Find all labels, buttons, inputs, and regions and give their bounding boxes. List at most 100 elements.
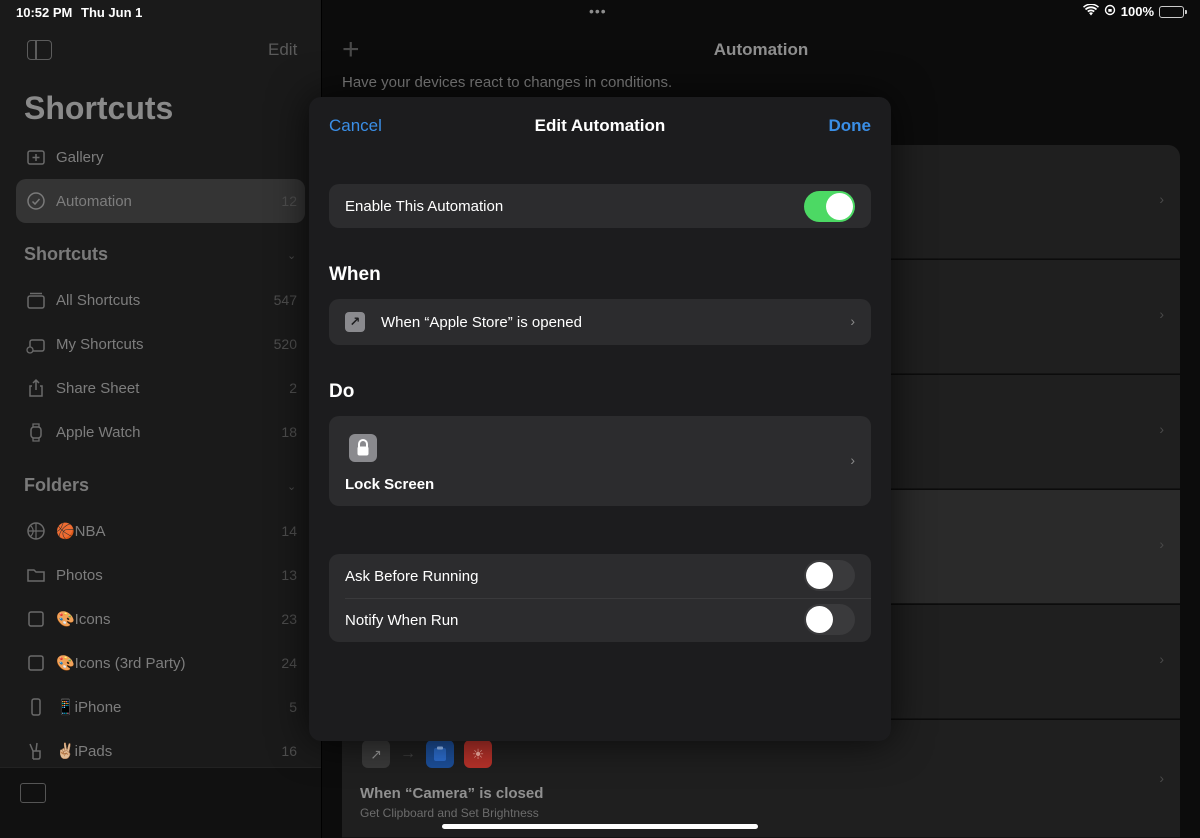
- notify-when-run-label: Notify When Run: [345, 612, 459, 629]
- sidebar-item-count: 13: [281, 567, 297, 583]
- sidebar-item-count: 520: [273, 336, 297, 352]
- open-arrow-icon: ↗: [345, 312, 365, 332]
- watch-icon: [25, 421, 47, 443]
- chevron-right-icon: ›: [850, 452, 855, 468]
- arrow-right-icon: →: [400, 745, 416, 762]
- sidebar-item-count: 16: [281, 743, 297, 759]
- square-icon: [25, 608, 47, 630]
- share-icon: [25, 377, 47, 399]
- done-button[interactable]: Done: [829, 116, 872, 136]
- sidebar-item-label: Share Sheet: [56, 379, 140, 397]
- chevron-right-icon: ›: [1159, 306, 1164, 322]
- sidebar-item-count: 18: [281, 424, 297, 440]
- person-stack-icon: [25, 333, 47, 355]
- enable-automation-row: Enable This Automation: [329, 184, 871, 228]
- peace-icon: [25, 740, 47, 762]
- chevron-right-icon: ›: [1159, 191, 1164, 207]
- clipboard-icon: [426, 740, 454, 768]
- chevron-right-icon: ›: [850, 313, 855, 329]
- sidebar-item-label: 🏀NBA: [56, 523, 106, 540]
- sidebar-item-label: Automation: [56, 192, 132, 210]
- multitask-dots[interactable]: •••: [589, 3, 607, 19]
- sidebar-item-folder[interactable]: 📱iPhone 5: [16, 685, 305, 729]
- sidebar-item-count: 14: [281, 523, 297, 539]
- sidebar-item-my-shortcuts[interactable]: My Shortcuts 520: [16, 322, 305, 366]
- sidebar-item-count: 23: [281, 611, 297, 627]
- sidebar-item-label: All Shortcuts: [56, 291, 141, 309]
- sidebar-item-automation[interactable]: Automation 12: [16, 179, 305, 223]
- when-trigger-label: When “Apple Store” is opened: [381, 314, 582, 331]
- sidebar-item-count: 547: [273, 292, 297, 308]
- stack-icon: [25, 289, 47, 311]
- sidebar: Edit Shortcuts Gallery Automation 12 Sho…: [0, 0, 321, 838]
- sidebar-item-label: 🎨Icons: [56, 611, 111, 628]
- sidebar-item-label: My Shortcuts: [56, 335, 144, 353]
- chevron-right-icon: ›: [1159, 651, 1164, 667]
- sheet-title: Edit Automation: [534, 116, 666, 135]
- section-folders-header[interactable]: Folders: [24, 475, 89, 496]
- sidebar-item-label: 🎨Icons (3rd Party): [56, 655, 186, 672]
- gallery-icon: [25, 146, 47, 168]
- new-folder-icon[interactable]: [20, 783, 46, 803]
- status-date: Thu Jun 1: [81, 5, 143, 20]
- basketball-icon: [25, 520, 47, 542]
- section-shortcuts-header[interactable]: Shortcuts: [24, 244, 108, 265]
- row-divider: [345, 598, 871, 599]
- card-subtitle: Get Clipboard and Set Brightness: [360, 806, 539, 820]
- sidebar-item-count: 24: [281, 655, 297, 671]
- do-action-label: Lock Screen: [345, 476, 435, 493]
- sidebar-item-share-sheet[interactable]: Share Sheet 2: [16, 366, 305, 410]
- sidebar-item-folder[interactable]: 🏀NBA 14: [16, 509, 305, 553]
- open-arrow-icon: ↗: [362, 740, 390, 768]
- sidebar-title: Shortcuts: [24, 90, 174, 126]
- home-indicator[interactable]: [442, 824, 758, 829]
- chevron-down-icon[interactable]: ⌄: [287, 249, 296, 262]
- wifi-icon: [1082, 3, 1099, 19]
- sidebar-item-all-shortcuts[interactable]: All Shortcuts 547: [16, 278, 305, 322]
- enable-automation-label: Enable This Automation: [345, 198, 504, 215]
- sidebar-item-count: 5: [289, 699, 297, 715]
- sidebar-item-folder[interactable]: 🎨Icons 23: [16, 597, 305, 641]
- sidebar-toggle-icon[interactable]: [27, 40, 52, 60]
- sidebar-item-count: 12: [281, 193, 297, 209]
- ask-before-running-label: Ask Before Running: [345, 568, 479, 585]
- page-subtitle: Have your devices react to changes in co…: [342, 74, 673, 91]
- card-title: When “Camera” is closed: [360, 785, 544, 802]
- chevron-right-icon: ›: [1159, 536, 1164, 552]
- folder-icon: [25, 564, 47, 586]
- chevron-right-icon: ›: [1159, 421, 1164, 437]
- edit-automation-sheet: Cancel Edit Automation Done Enable This …: [309, 97, 891, 741]
- sidebar-item-folder[interactable]: Photos 13: [16, 553, 305, 597]
- battery-icon: [1159, 5, 1187, 18]
- sidebar-item-apple-watch[interactable]: Apple Watch 18: [16, 410, 305, 454]
- do-action-card[interactable]: Lock Screen ›: [329, 416, 871, 506]
- chevron-down-icon[interactable]: ⌄: [287, 480, 296, 493]
- notify-when-run-toggle[interactable]: [804, 604, 855, 635]
- edit-button[interactable]: Edit: [268, 40, 297, 60]
- do-header: Do: [329, 381, 355, 402]
- chevron-right-icon: ›: [1159, 770, 1164, 786]
- when-trigger-row[interactable]: ↗ When “Apple Store” is opened ›: [329, 299, 871, 345]
- battery-percent: 100%: [1120, 4, 1154, 19]
- orientation-lock-icon: [1104, 4, 1116, 19]
- sidebar-item-label: 📱iPhone: [56, 699, 122, 716]
- enable-automation-toggle[interactable]: [804, 191, 855, 222]
- brightness-icon: ☀: [464, 740, 492, 768]
- sidebar-item-label: Photos: [56, 566, 103, 584]
- page-title: Automation: [713, 40, 809, 59]
- phone-icon: [25, 696, 47, 718]
- sidebar-bottom-bar: [0, 767, 321, 838]
- sidebar-item-label: Apple Watch: [56, 423, 141, 441]
- ask-before-running-toggle[interactable]: [804, 560, 855, 591]
- sidebar-item-count: 2: [289, 380, 297, 396]
- sidebar-item-label: Gallery: [56, 148, 104, 166]
- sidebar-item-folder[interactable]: 🎨Icons (3rd Party) 24: [16, 641, 305, 685]
- status-right: 100%: [1082, 3, 1187, 19]
- status-bar: 10:52 PM Thu Jun 1 ••• 100%: [0, 0, 1200, 24]
- when-header: When: [329, 264, 381, 285]
- lock-icon: [349, 434, 377, 462]
- clock-icon: [25, 190, 47, 212]
- sidebar-item-label: ✌🏼iPads: [56, 743, 113, 760]
- card-icons: ↗ → ☀: [362, 740, 492, 768]
- sidebar-item-gallery[interactable]: Gallery: [16, 135, 305, 179]
